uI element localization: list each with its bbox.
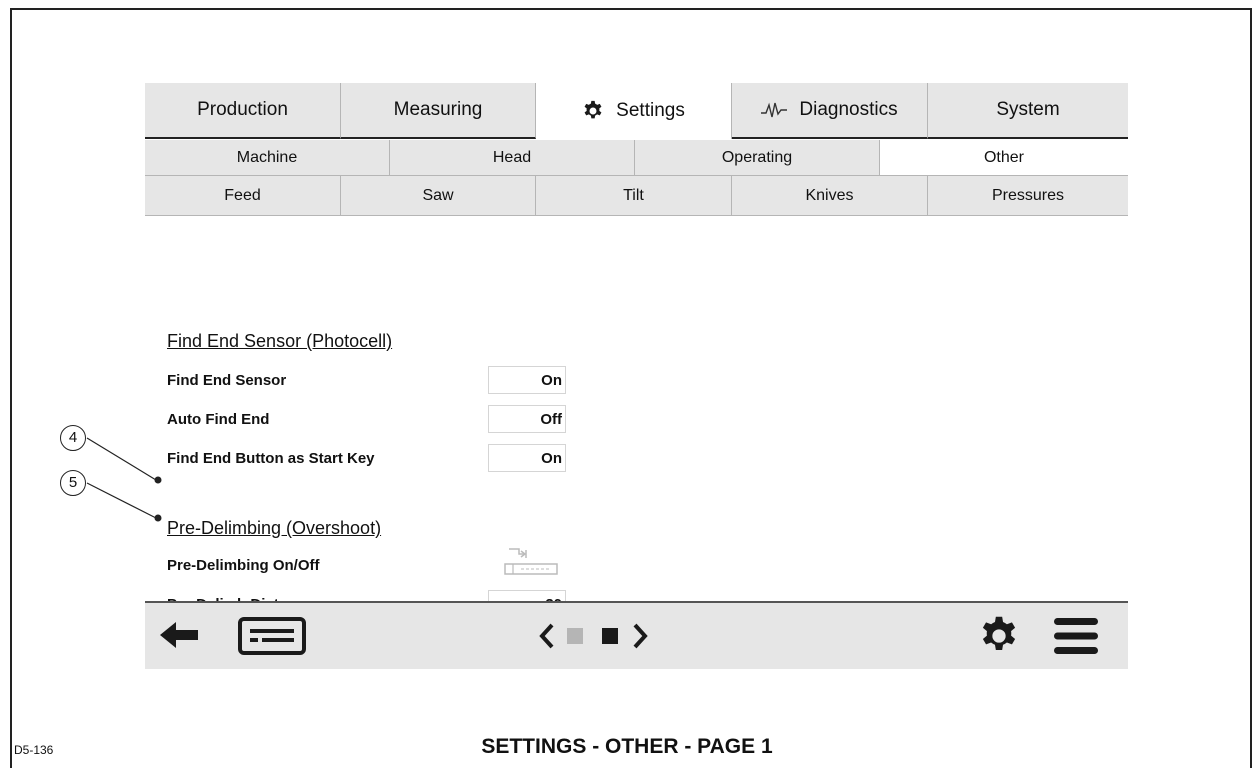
figure-caption: SETTINGS - OTHER - PAGE 1	[481, 735, 773, 758]
callout-4: 4	[60, 425, 86, 451]
callout-leaders	[86, 437, 162, 522]
callout-5: 5	[60, 470, 86, 496]
